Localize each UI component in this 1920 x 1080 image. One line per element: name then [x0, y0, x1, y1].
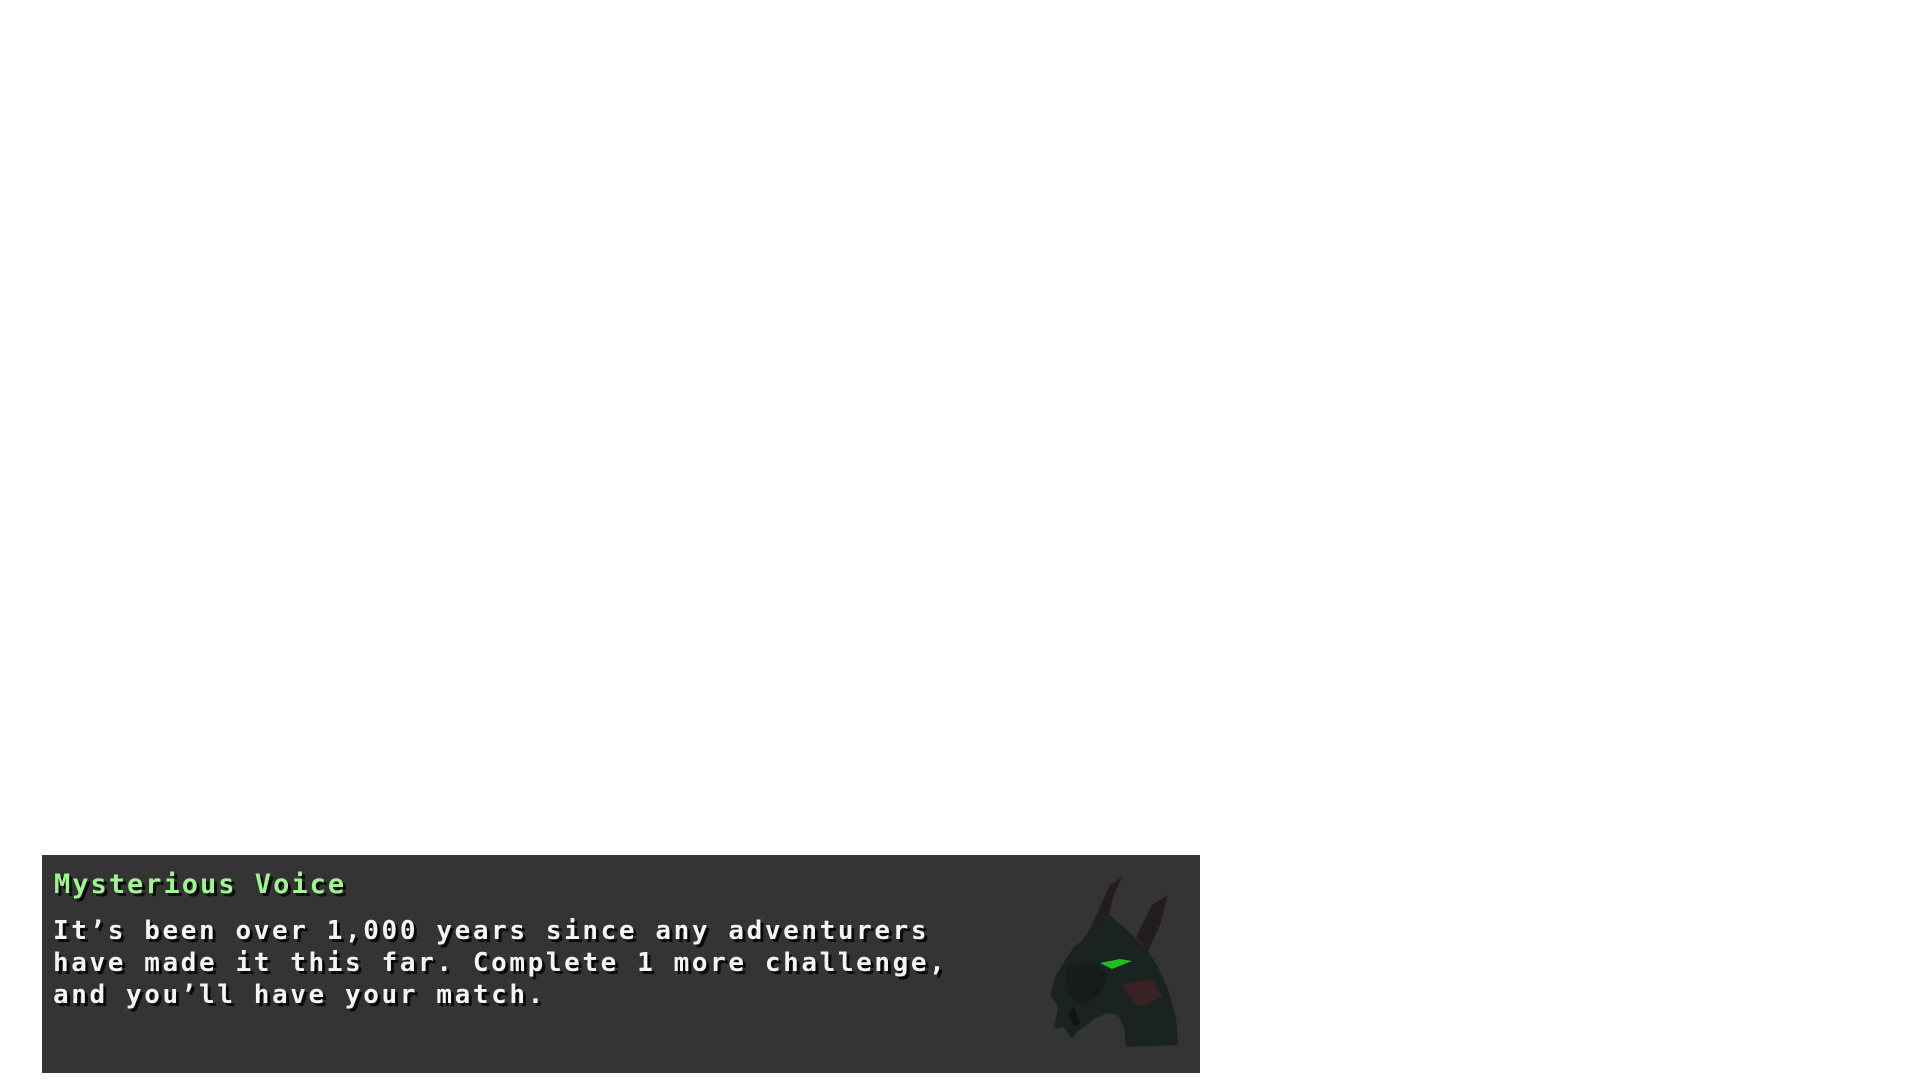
dialog-line: and you’ll have your match.	[53, 980, 546, 1010]
dialog-box[interactable]: Mysterious Voice It’s been over 1,000 ye…	[42, 855, 1200, 1073]
dialog-text: It’s been over 1,000 years since any adv…	[53, 915, 1013, 1011]
dragon-front-horn	[1136, 895, 1168, 951]
dragon-head-icon	[1050, 877, 1178, 1047]
game-scene: Mysterious Voice It’s been over 1,000 ye…	[0, 0, 1920, 1080]
speaker-name: Mysterious Voice	[54, 869, 347, 900]
dialog-line: have made it this far. Complete 1 more c…	[53, 948, 948, 978]
dialog-line: It’s been over 1,000 years since any adv…	[53, 916, 930, 946]
